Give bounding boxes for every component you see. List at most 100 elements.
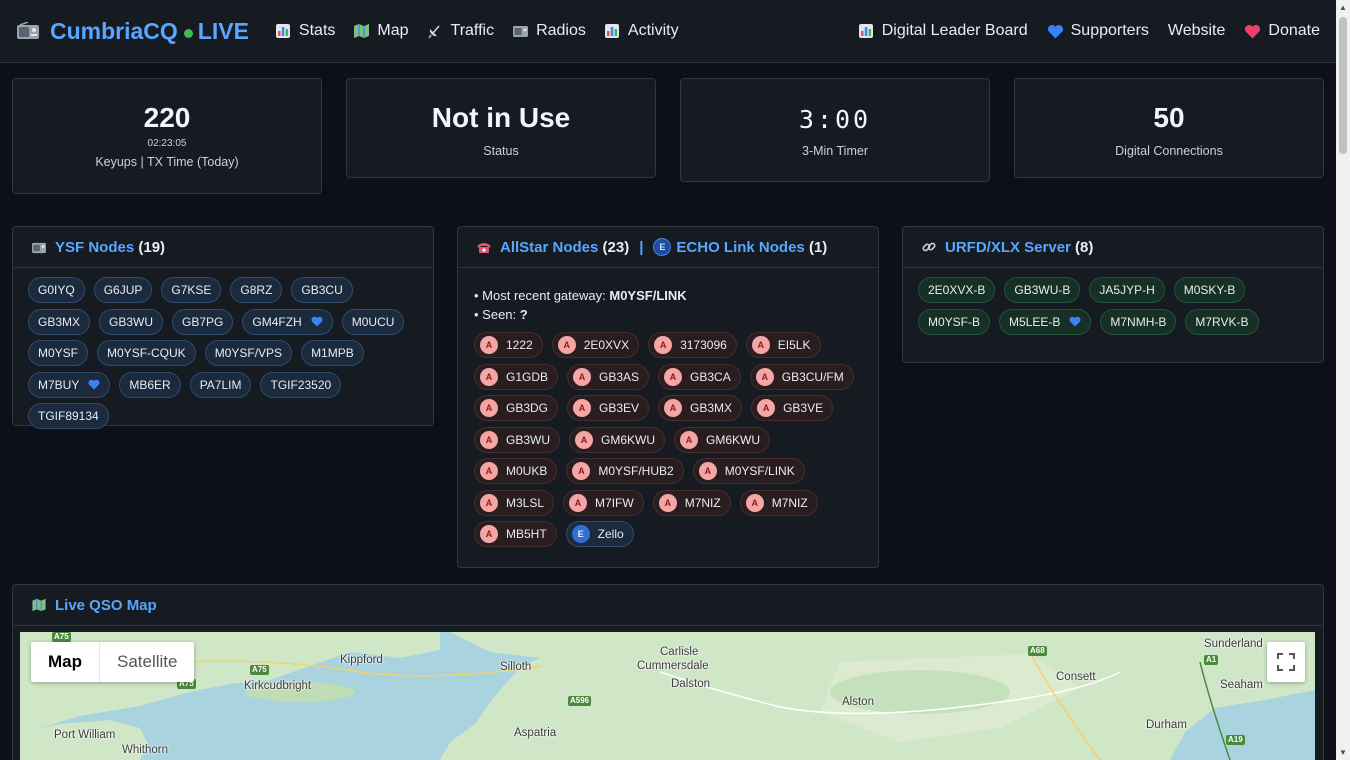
allstar-badge: A bbox=[698, 462, 717, 480]
node-chip-label: G8RZ bbox=[240, 283, 273, 297]
urfd-panel-header: URFD/XLX Server (8) bbox=[903, 227, 1323, 268]
node-chip[interactable]: GM4FZH bbox=[242, 308, 333, 335]
node-chip[interactable]: M7RVK-B bbox=[1185, 308, 1259, 335]
allstar-node-chip[interactable]: A GB3MX bbox=[658, 395, 743, 421]
allstar-node-chip[interactable]: A M0YSF/HUB2 bbox=[566, 458, 684, 484]
nav-website[interactable]: Website bbox=[1168, 22, 1226, 40]
allstar-node-chip[interactable]: A GM6KWU bbox=[674, 426, 771, 453]
node-chip-label: M7BUY bbox=[38, 377, 80, 392]
scroll-down-arrow-icon[interactable]: ▼ bbox=[1339, 748, 1347, 757]
allstar-node-chip[interactable]: A G1GDB bbox=[474, 363, 559, 390]
nav-digital-leader-board[interactable]: Digital Leader Board bbox=[858, 22, 1028, 40]
node-chip[interactable]: PA7LIM bbox=[189, 371, 252, 398]
link-icon bbox=[921, 240, 937, 254]
allstar-badge: A bbox=[573, 399, 592, 417]
allstar-node-chip[interactable]: A 2E0XVX bbox=[551, 332, 640, 358]
node-chip-label: 2E0XVX bbox=[583, 338, 630, 352]
node-chip-label: GM6KWU bbox=[601, 432, 656, 447]
radio-icon bbox=[17, 22, 39, 39]
allstar-node-chip[interactable]: A GB3WU bbox=[474, 426, 561, 453]
allstar-node-chip[interactable]: A M3LSL bbox=[474, 489, 555, 516]
node-chip-label: GB3WU bbox=[109, 314, 154, 329]
brand-logo[interactable]: CumbriaCQ LIVE bbox=[16, 18, 249, 45]
node-chip[interactable]: TGIF23520 bbox=[260, 371, 342, 398]
node-chip[interactable]: M0YSF-B bbox=[918, 308, 991, 335]
node-chip[interactable]: M0UCU bbox=[341, 308, 405, 335]
node-chip-label: M1MPB bbox=[311, 346, 354, 360]
nav-traffic[interactable]: Traffic bbox=[427, 22, 494, 40]
node-chip[interactable]: MB6ER bbox=[119, 371, 181, 398]
node-chip[interactable]: M1MPB bbox=[301, 340, 364, 366]
node-chip[interactable]: GB3WU bbox=[99, 308, 164, 335]
place-label: Durham bbox=[1146, 719, 1187, 731]
allstar-node-chip[interactable]: A GM6KWU bbox=[569, 426, 666, 453]
node-chip[interactable]: M7NMH-B bbox=[1100, 308, 1177, 335]
allstar-node-chip[interactable]: A GB3AS bbox=[567, 363, 650, 390]
node-chip[interactable]: GB3WU-B bbox=[1004, 277, 1081, 303]
fullscreen-button[interactable] bbox=[1267, 642, 1305, 682]
allstar-node-chip[interactable]: A GB3CU/FM bbox=[749, 363, 854, 390]
nav-supporters-label: Supporters bbox=[1070, 22, 1149, 39]
red-heart-icon bbox=[1244, 23, 1261, 39]
nav-map[interactable]: Map bbox=[353, 22, 409, 40]
allstar-node-chip[interactable]: A 3173096 bbox=[648, 332, 737, 358]
node-chip-label: GM6KWU bbox=[706, 432, 761, 447]
allstar-badge: A bbox=[480, 399, 498, 417]
node-chip[interactable]: M0SKY-B bbox=[1173, 277, 1246, 303]
allstar-node-chip[interactable]: A M0UKB bbox=[474, 458, 558, 484]
allstar-node-chip[interactable]: A MB5HT bbox=[474, 521, 557, 547]
node-chip[interactable]: M5LEE-B bbox=[999, 308, 1092, 335]
allstar-node-chip[interactable]: A 1222 bbox=[474, 332, 543, 358]
node-chip[interactable]: G8RZ bbox=[230, 277, 283, 303]
allstar-node-chip[interactable]: A M7IFW bbox=[563, 489, 644, 516]
scrollbar-thumb[interactable] bbox=[1339, 17, 1347, 154]
map-tab-satellite[interactable]: Satellite bbox=[99, 642, 194, 682]
place-label: Kippford bbox=[340, 654, 383, 666]
allstar-node-chip[interactable]: A M0YSF/LINK bbox=[692, 458, 805, 484]
node-chip[interactable]: G6JUP bbox=[93, 277, 153, 303]
allstar-node-chip[interactable]: A GB3VE bbox=[751, 395, 834, 421]
allstar-node-chip[interactable]: A M7NIZ bbox=[739, 489, 818, 516]
allstar-node-chip[interactable]: A EI5LK bbox=[745, 332, 821, 358]
node-chip[interactable]: 2E0XVX-B bbox=[918, 277, 996, 303]
urfd-node-list: 2E0XVX-B GB3WU-B JA5JYP-H M0SKY-B M0YSF-B M5L… bbox=[903, 268, 1323, 350]
map-tab-map[interactable]: Map bbox=[31, 642, 99, 682]
node-chip[interactable]: GB3CU bbox=[291, 277, 353, 303]
qso-map-canvas[interactable]: A75 A75 A75 A596 A68 A19 A1 Kippford Kir… bbox=[20, 632, 1315, 760]
node-chip[interactable]: JA5JYP-H bbox=[1089, 277, 1165, 303]
echolink-node-chip[interactable]: E Zello bbox=[565, 521, 634, 547]
node-chip[interactable]: G0IYQ bbox=[28, 277, 85, 303]
node-chip-label: JA5JYP-H bbox=[1099, 283, 1155, 297]
node-chip[interactable]: G7KSE bbox=[161, 277, 222, 303]
nav-stats[interactable]: Stats bbox=[275, 22, 335, 40]
node-chip[interactable]: M0YSF/VPS bbox=[204, 340, 293, 366]
allstar-badge: A bbox=[480, 525, 498, 543]
node-chip[interactable]: M0YSF bbox=[28, 340, 89, 366]
allstar-node-chip[interactable]: A GB3EV bbox=[567, 395, 650, 421]
urfd-count: (8) bbox=[1075, 238, 1094, 256]
allstar-node-chip[interactable]: A GB3DG bbox=[474, 395, 559, 421]
node-chip[interactable]: TGIF89134 bbox=[28, 403, 109, 429]
node-chip[interactable]: GB7PG bbox=[172, 308, 234, 335]
gateway-value: M0YSF/LINK bbox=[609, 288, 687, 303]
allstar-badge: A bbox=[480, 430, 498, 449]
allstar-node-chip[interactable]: A M7NIZ bbox=[652, 489, 731, 516]
telephone-icon bbox=[476, 240, 492, 254]
allstar-badge: A bbox=[745, 493, 764, 512]
node-chip-label: EI5LK bbox=[777, 338, 811, 352]
allstar-node-chip[interactable]: A GB3CA bbox=[658, 363, 741, 390]
node-chip[interactable]: M7BUY bbox=[28, 371, 111, 398]
nav-radios[interactable]: Radios bbox=[512, 22, 586, 40]
node-chip[interactable]: GB3MX bbox=[28, 308, 91, 335]
nav-donate[interactable]: Donate bbox=[1244, 22, 1320, 40]
road-label: A75 bbox=[250, 665, 269, 675]
ysf-count: (19) bbox=[138, 238, 166, 256]
radio-icon bbox=[512, 23, 529, 39]
node-chip-label: TGIF89134 bbox=[38, 409, 99, 423]
scroll-up-arrow-icon[interactable]: ▲ bbox=[1339, 3, 1347, 12]
page-scrollbar[interactable]: ▲ ▼ bbox=[1336, 0, 1350, 760]
nav-activity[interactable]: Activity bbox=[604, 22, 679, 40]
node-chip[interactable]: M0YSF-CQUK bbox=[97, 340, 196, 366]
nav-supporters[interactable]: Supporters bbox=[1047, 22, 1149, 40]
timer-card: 3:00 3-Min Timer bbox=[680, 78, 990, 182]
